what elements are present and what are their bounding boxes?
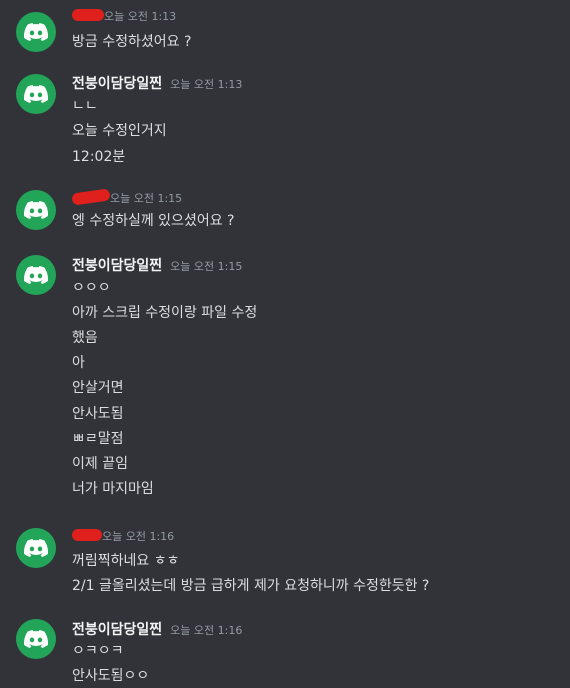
message-line: 이제 끝임 [72, 456, 128, 472]
discord-logo-icon [24, 539, 48, 557]
avatar[interactable] [16, 255, 56, 295]
message-line: 2/1 글올리셨는데 방금 급하게 제가 요청하니까 수정한듯한 ? [72, 578, 430, 594]
message-line: ㅇㅇㅇ [72, 280, 111, 296]
message-line: 12:02분 [72, 149, 126, 165]
message-line: ㄴㄴ [72, 98, 98, 114]
message-line: 꺼림찍하네요 ㅎㅎ [72, 553, 180, 569]
message-line: 너가 마지마임 [72, 481, 154, 497]
discord-logo-icon [24, 23, 48, 41]
avatar[interactable] [16, 528, 56, 568]
timestamp[interactable]: 오늘 오전 1:15 [170, 258, 242, 274]
redacted-username [72, 9, 104, 21]
redacted-username [71, 188, 111, 206]
username[interactable]: 전붕이담당일찐 [72, 619, 162, 639]
timestamp[interactable]: 오늘 오전 1:16 [170, 622, 242, 638]
username[interactable]: 전붕이담당일찐 [72, 73, 162, 93]
message-header: 오늘 오전 1:16 [72, 528, 174, 548]
message-line: 안사도됨ㅇㅇ [72, 668, 150, 684]
message-line: ㅃㄹ말점 [72, 431, 124, 447]
message-line: ㅇㅋㅇㅋ [72, 643, 124, 659]
timestamp[interactable]: 오늘 오전 1:13 [170, 76, 242, 92]
message-header: 오늘 오전 1:15 [71, 188, 182, 210]
message-line: 아까 스크립 수정이랑 파일 수정 [72, 305, 258, 321]
message-header: 오늘 오전 1:13 [72, 8, 176, 28]
message-header: 전붕이담당일찐 오늘 오전 1:13 [72, 73, 242, 93]
discord-logo-icon [24, 630, 48, 648]
message-header: 전붕이담당일찐 오늘 오전 1:15 [72, 255, 242, 275]
avatar[interactable] [16, 74, 56, 114]
message-line: 안사도됨 [72, 406, 124, 422]
discord-logo-icon [24, 85, 48, 103]
message-line: 오늘 수정인거지 [72, 123, 167, 139]
timestamp[interactable]: 오늘 오전 1:16 [102, 528, 174, 544]
discord-logo-icon [24, 201, 48, 219]
timestamp[interactable]: 오늘 오전 1:15 [110, 190, 182, 206]
avatar[interactable] [16, 12, 56, 52]
message-line: 엥 수정하실께 있으셨어요 ? [72, 213, 235, 229]
avatar[interactable] [16, 190, 56, 230]
message-header: 전붕이담당일찐 오늘 오전 1:16 [72, 619, 242, 639]
discord-logo-icon [24, 266, 48, 284]
message-line: 했음 [72, 330, 98, 346]
timestamp[interactable]: 오늘 오전 1:13 [104, 8, 176, 24]
message-line: 아 [72, 355, 85, 371]
message-line: 안살거면 [72, 380, 124, 396]
redacted-username [72, 529, 102, 541]
message-line: 방금 수정하셨어요 ? [72, 34, 192, 50]
username[interactable]: 전붕이담당일찐 [72, 255, 162, 275]
avatar[interactable] [16, 619, 56, 659]
